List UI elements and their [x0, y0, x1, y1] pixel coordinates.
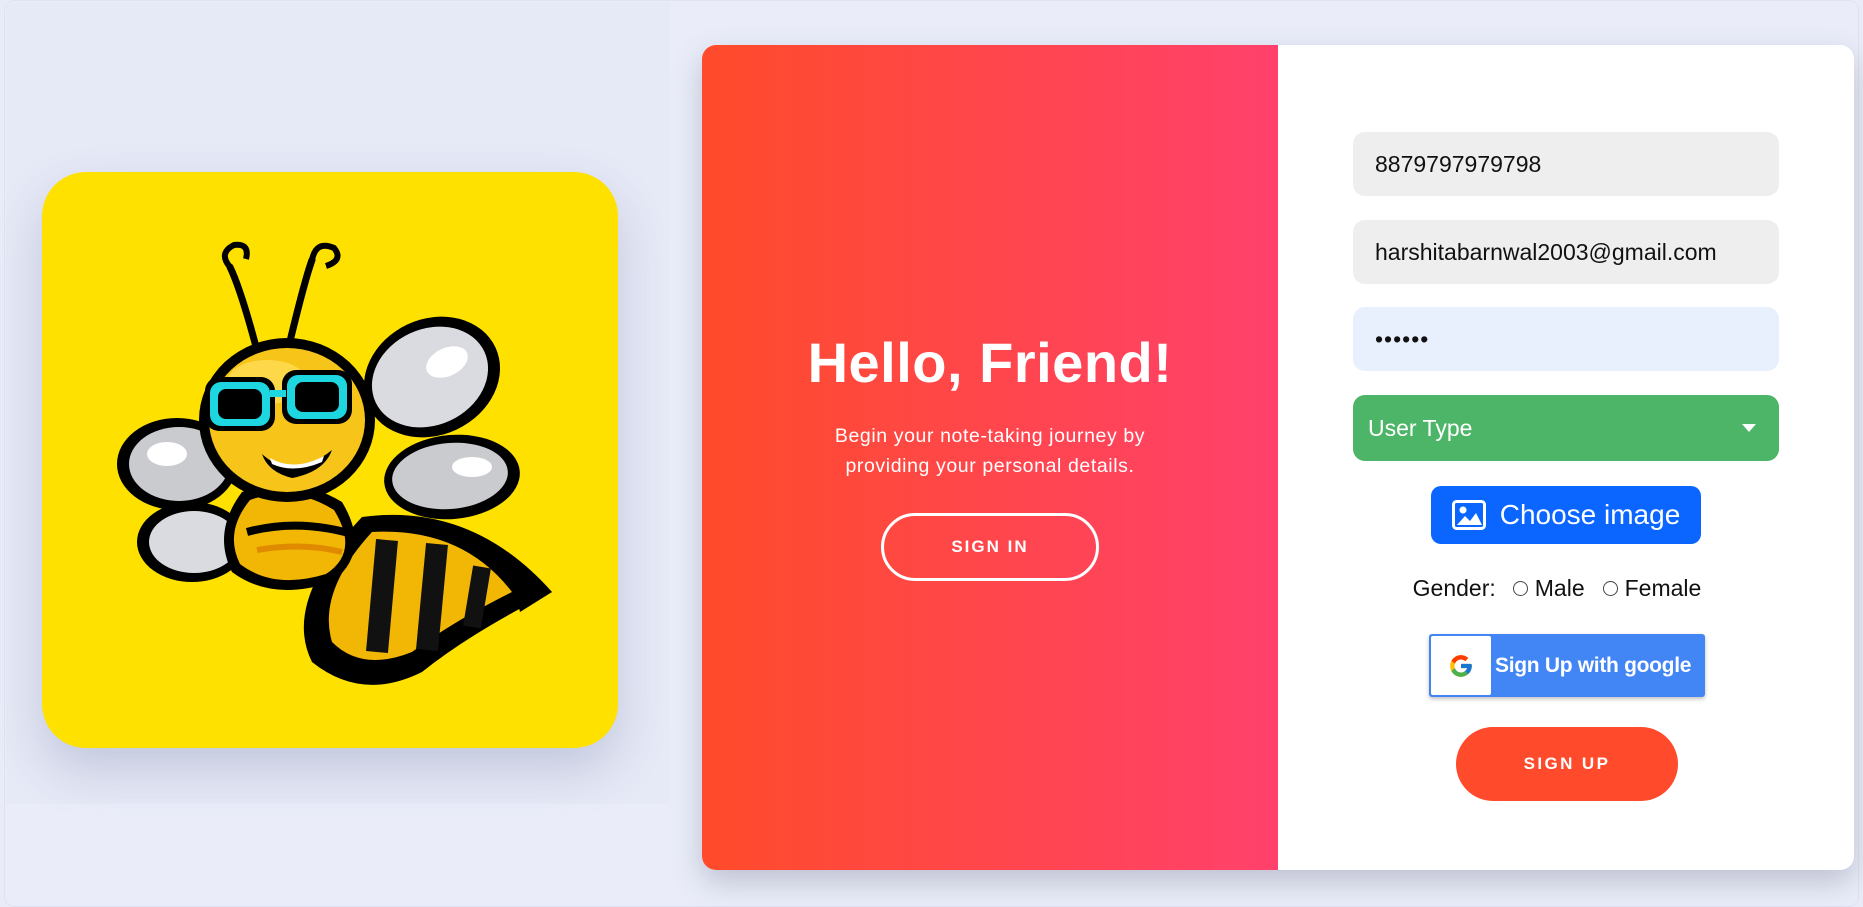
choose-image-button[interactable]: Choose image	[1431, 486, 1701, 544]
google-signup-button[interactable]: Sign Up with google	[1429, 634, 1705, 697]
image-icon	[1451, 500, 1486, 530]
gender-male-label: Male	[1534, 574, 1585, 601]
sign-up-button[interactable]: SIGN UP	[1456, 727, 1678, 801]
email-input[interactable]	[1353, 220, 1779, 284]
overlay-title: Hello, Friend!	[807, 331, 1173, 394]
google-icon-container	[1431, 636, 1491, 695]
radio-male[interactable]	[1512, 580, 1528, 596]
user-type-select[interactable]: User Type	[1353, 395, 1779, 461]
gender-option-female[interactable]: Female	[1602, 574, 1702, 602]
caret-down-icon	[1742, 424, 1756, 432]
overlay-panel: Hello, Friend! Begin your note-taking jo…	[702, 45, 1278, 870]
password-value: ••••••	[1375, 325, 1430, 352]
gender-group: Gender: Male Female	[1278, 571, 1854, 605]
logo-section	[6, 2, 670, 804]
bee-mascot-logo	[117, 241, 552, 685]
gender-label: Gender:	[1412, 574, 1496, 601]
signup-form: •••••• User Type Choose image Gender: Ma…	[1278, 45, 1854, 870]
auth-card: Hello, Friend! Begin your note-taking jo…	[702, 45, 1854, 870]
user-type-label: User Type	[1368, 414, 1473, 441]
google-g-icon	[1450, 654, 1472, 677]
gender-female-label: Female	[1624, 574, 1702, 601]
password-input[interactable]: ••••••	[1353, 307, 1779, 371]
google-signup-label: Sign Up with google	[1495, 653, 1692, 677]
sign-in-button[interactable]: SIGN IN	[881, 513, 1099, 581]
bee-logo-card	[42, 172, 618, 748]
overlay-description: Begin your note-taking journey by provid…	[834, 425, 1146, 477]
gender-option-male[interactable]: Male	[1512, 574, 1585, 602]
radio-female[interactable]	[1602, 580, 1618, 596]
phone-input[interactable]	[1353, 132, 1779, 196]
choose-image-label: Choose image	[1499, 499, 1681, 530]
